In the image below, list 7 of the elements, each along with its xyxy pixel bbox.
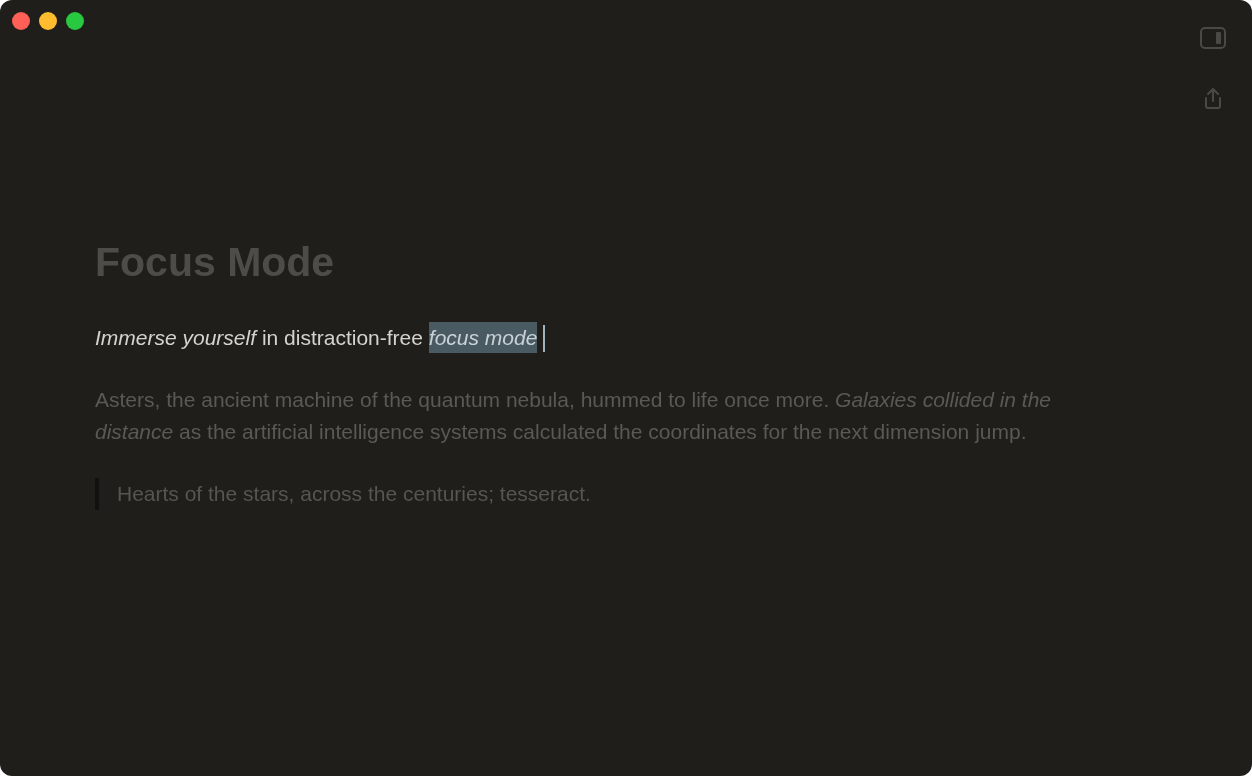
paragraph: Asters, the ancient machine of the quantum nebula, hummed to life once more. Galaxies collided in the distance as the artificial intelligence systems calculated the coordinates for the next dimension jump. bbox=[95, 387, 1053, 445]
paragraph: Immerse yourself in distraction-free focus mode bbox=[95, 322, 538, 354]
close-button[interactable] bbox=[12, 12, 30, 30]
text-cursor bbox=[543, 324, 546, 352]
sidebar-toggle-icon[interactable] bbox=[1200, 27, 1226, 49]
minimize-button[interactable] bbox=[39, 12, 57, 30]
zoom-button[interactable] bbox=[66, 12, 84, 30]
